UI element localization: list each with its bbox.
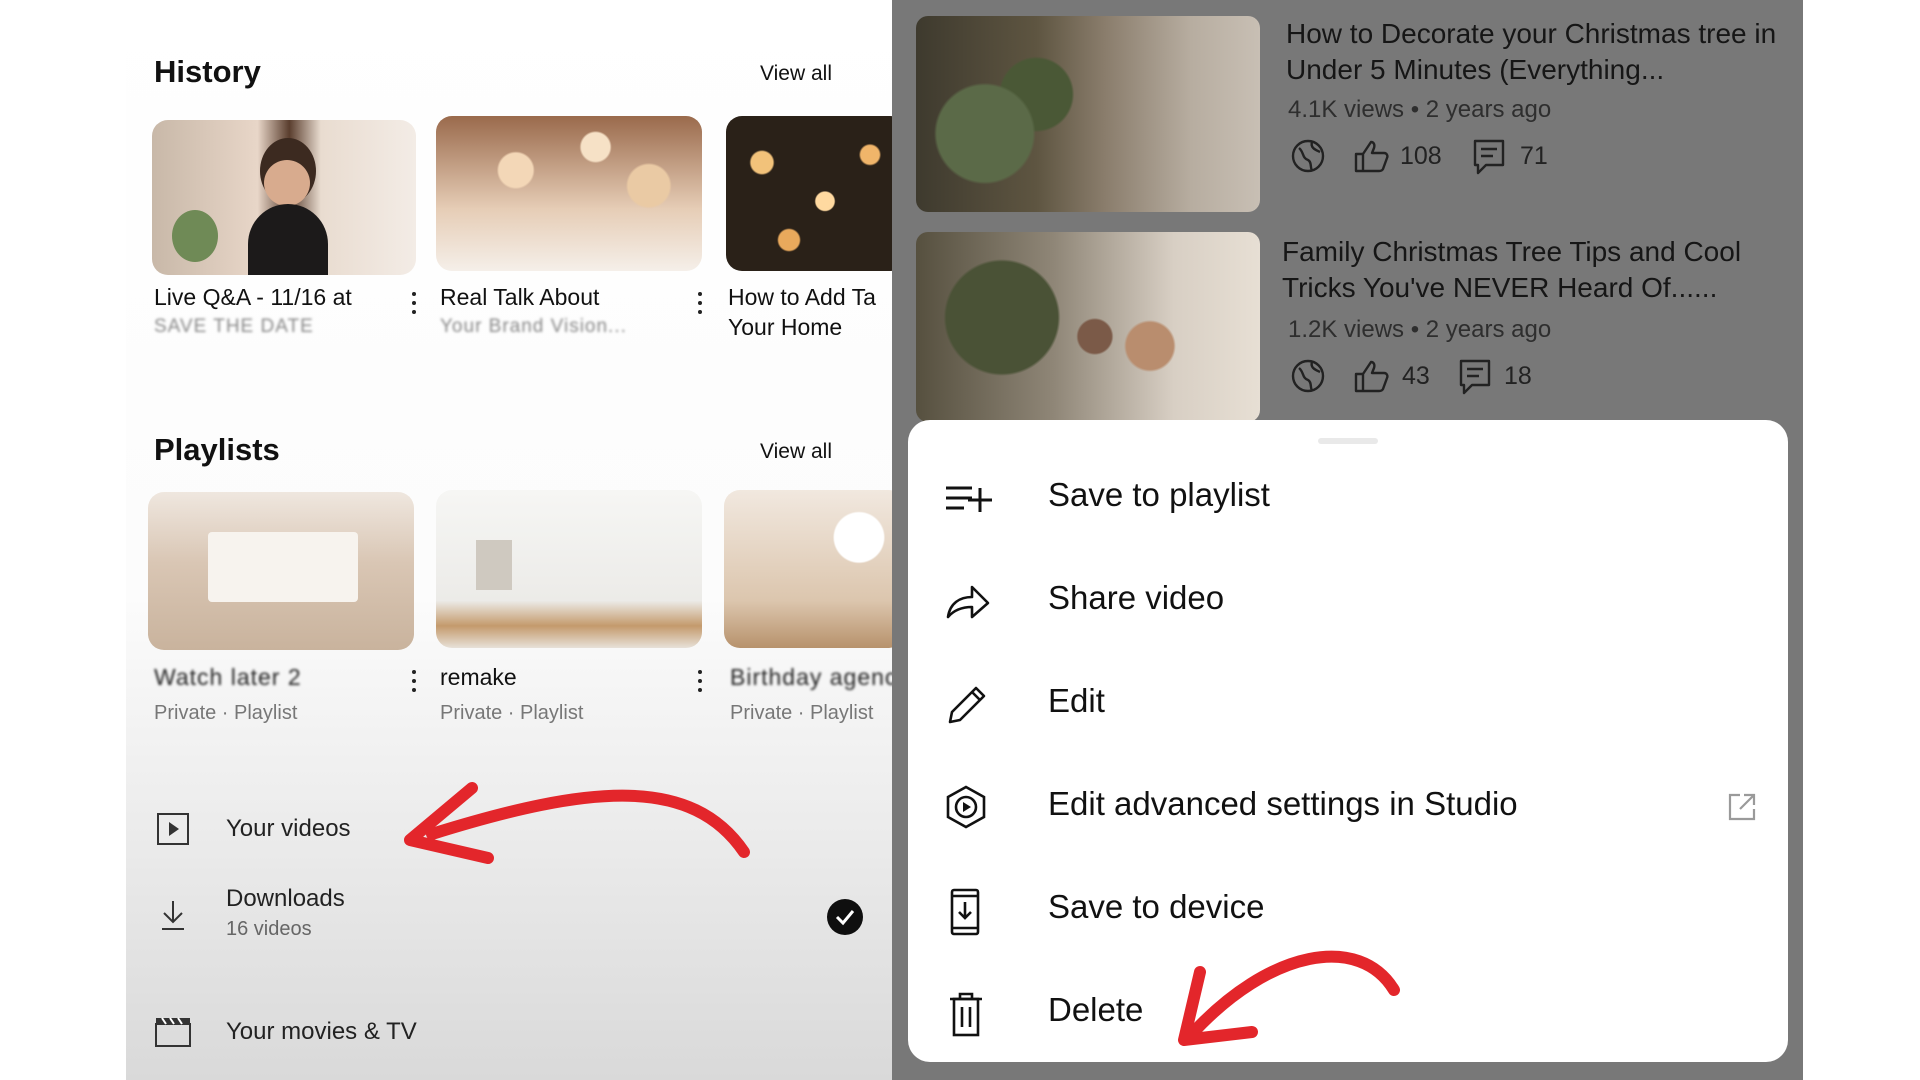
- history-card-title[interactable]: Live Q&A - 11/16 at: [154, 284, 352, 311]
- history-card-title[interactable]: How to Add Ta: [728, 284, 876, 311]
- annotation-arrow-right: [1160, 940, 1400, 1060]
- pencil-icon: [944, 682, 988, 726]
- video-title[interactable]: Family Christmas Tree Tips and Cool Tric…: [1282, 234, 1802, 306]
- comment-icon: [1472, 138, 1506, 176]
- menu-item-edit-advanced-settings[interactable]: Edit advanced settings in Studio: [908, 755, 1788, 855]
- menu-item-edit[interactable]: Edit: [908, 652, 1788, 752]
- video-thumbnail[interactable]: [916, 16, 1260, 212]
- history-view-all-link[interactable]: View all: [760, 62, 832, 86]
- video-options-panel: How to Decorate your Christmas tree in U…: [892, 0, 1803, 1080]
- playlist-card-title[interactable]: remake: [440, 664, 517, 691]
- person-face: [264, 160, 310, 206]
- playlists-heading: Playlists: [154, 432, 280, 467]
- playlist-card-title[interactable]: Birthday agency: [730, 664, 892, 691]
- sheet-drag-handle[interactable]: [1318, 438, 1378, 444]
- comment-count: 71: [1520, 142, 1548, 170]
- more-options-icon[interactable]: [696, 292, 704, 316]
- save-to-device-icon: [944, 888, 988, 936]
- download-icon: [158, 898, 188, 932]
- history-card-subtitle: SAVE THE DATE: [154, 316, 314, 337]
- check-badge-icon: [826, 898, 864, 936]
- history-thumbnail-1[interactable]: [152, 120, 416, 275]
- playlist-thumbnail-2[interactable]: [436, 490, 702, 648]
- menu-item-label: Save to device: [1048, 888, 1265, 925]
- like-count: 108: [1400, 142, 1442, 170]
- menu-item-label: Save to playlist: [1048, 476, 1270, 513]
- like-icon: [1352, 138, 1390, 174]
- playlist-card-meta: Private · Playlist: [730, 702, 874, 724]
- external-link-icon: [1726, 791, 1758, 823]
- like-count: 43: [1402, 362, 1430, 390]
- trash-icon: [944, 991, 988, 1037]
- room-chair: [476, 540, 512, 590]
- video-meta: 4.1K views • 2 years ago: [1288, 96, 1552, 123]
- comment-count: 18: [1504, 362, 1532, 390]
- plant: [172, 210, 218, 262]
- downloads-link[interactable]: Downloads: [226, 885, 345, 913]
- studio-icon: [944, 785, 988, 829]
- history-heading: History: [154, 54, 261, 89]
- menu-item-label: Delete: [1048, 991, 1144, 1028]
- history-thumbnail-2[interactable]: [436, 116, 702, 271]
- video-meta: 1.2K views • 2 years ago: [1288, 316, 1552, 343]
- video-title[interactable]: How to Decorate your Christmas tree in U…: [1286, 16, 1803, 88]
- globe-icon: [1290, 358, 1326, 394]
- video-thumbnail[interactable]: [916, 232, 1260, 422]
- share-icon: [944, 579, 990, 623]
- like-icon: [1352, 358, 1390, 394]
- downloads-count: 16 videos: [226, 918, 312, 940]
- menu-item-share-video[interactable]: Share video: [908, 549, 1788, 649]
- history-card-subtitle: Your Home: [728, 314, 843, 340]
- playlist-add-icon: [944, 476, 992, 520]
- history-card-subtitle: Your Brand Vision...: [440, 316, 627, 337]
- library-panel: History View all Live Q&A - 11/16 at SAV…: [126, 0, 892, 1080]
- more-options-icon[interactable]: [410, 292, 418, 316]
- more-options-icon[interactable]: [410, 670, 418, 694]
- playlist-card-meta: Private · Playlist: [440, 702, 584, 724]
- history-thumbnail-3[interactable]: [726, 116, 892, 271]
- playlist-card-meta: Private · Playlist: [154, 702, 298, 724]
- room-shelf: [208, 532, 358, 602]
- playlist-thumbnail-1[interactable]: [148, 492, 414, 650]
- your-movies-link[interactable]: Your movies & TV: [226, 1018, 417, 1046]
- playlists-view-all-link[interactable]: View all: [760, 440, 832, 464]
- globe-icon: [1290, 138, 1326, 174]
- more-options-icon[interactable]: [696, 670, 704, 694]
- your-videos-link[interactable]: Your videos: [226, 815, 351, 843]
- playlist-card-title[interactable]: Watch later 2: [154, 664, 302, 691]
- menu-item-label: Edit: [1048, 682, 1105, 719]
- annotation-arrow-left: [392, 770, 752, 870]
- comment-icon: [1458, 358, 1492, 396]
- menu-item-label: Share video: [1048, 579, 1225, 616]
- playlist-thumbnail-3[interactable]: [724, 490, 892, 648]
- menu-item-label: Edit advanced settings in Studio: [1048, 785, 1518, 822]
- menu-item-save-to-playlist[interactable]: Save to playlist: [908, 446, 1788, 546]
- play-icon: [156, 812, 190, 846]
- movies-icon: [154, 1014, 192, 1048]
- person-body: [248, 204, 328, 275]
- history-card-title[interactable]: Real Talk About: [440, 284, 599, 311]
